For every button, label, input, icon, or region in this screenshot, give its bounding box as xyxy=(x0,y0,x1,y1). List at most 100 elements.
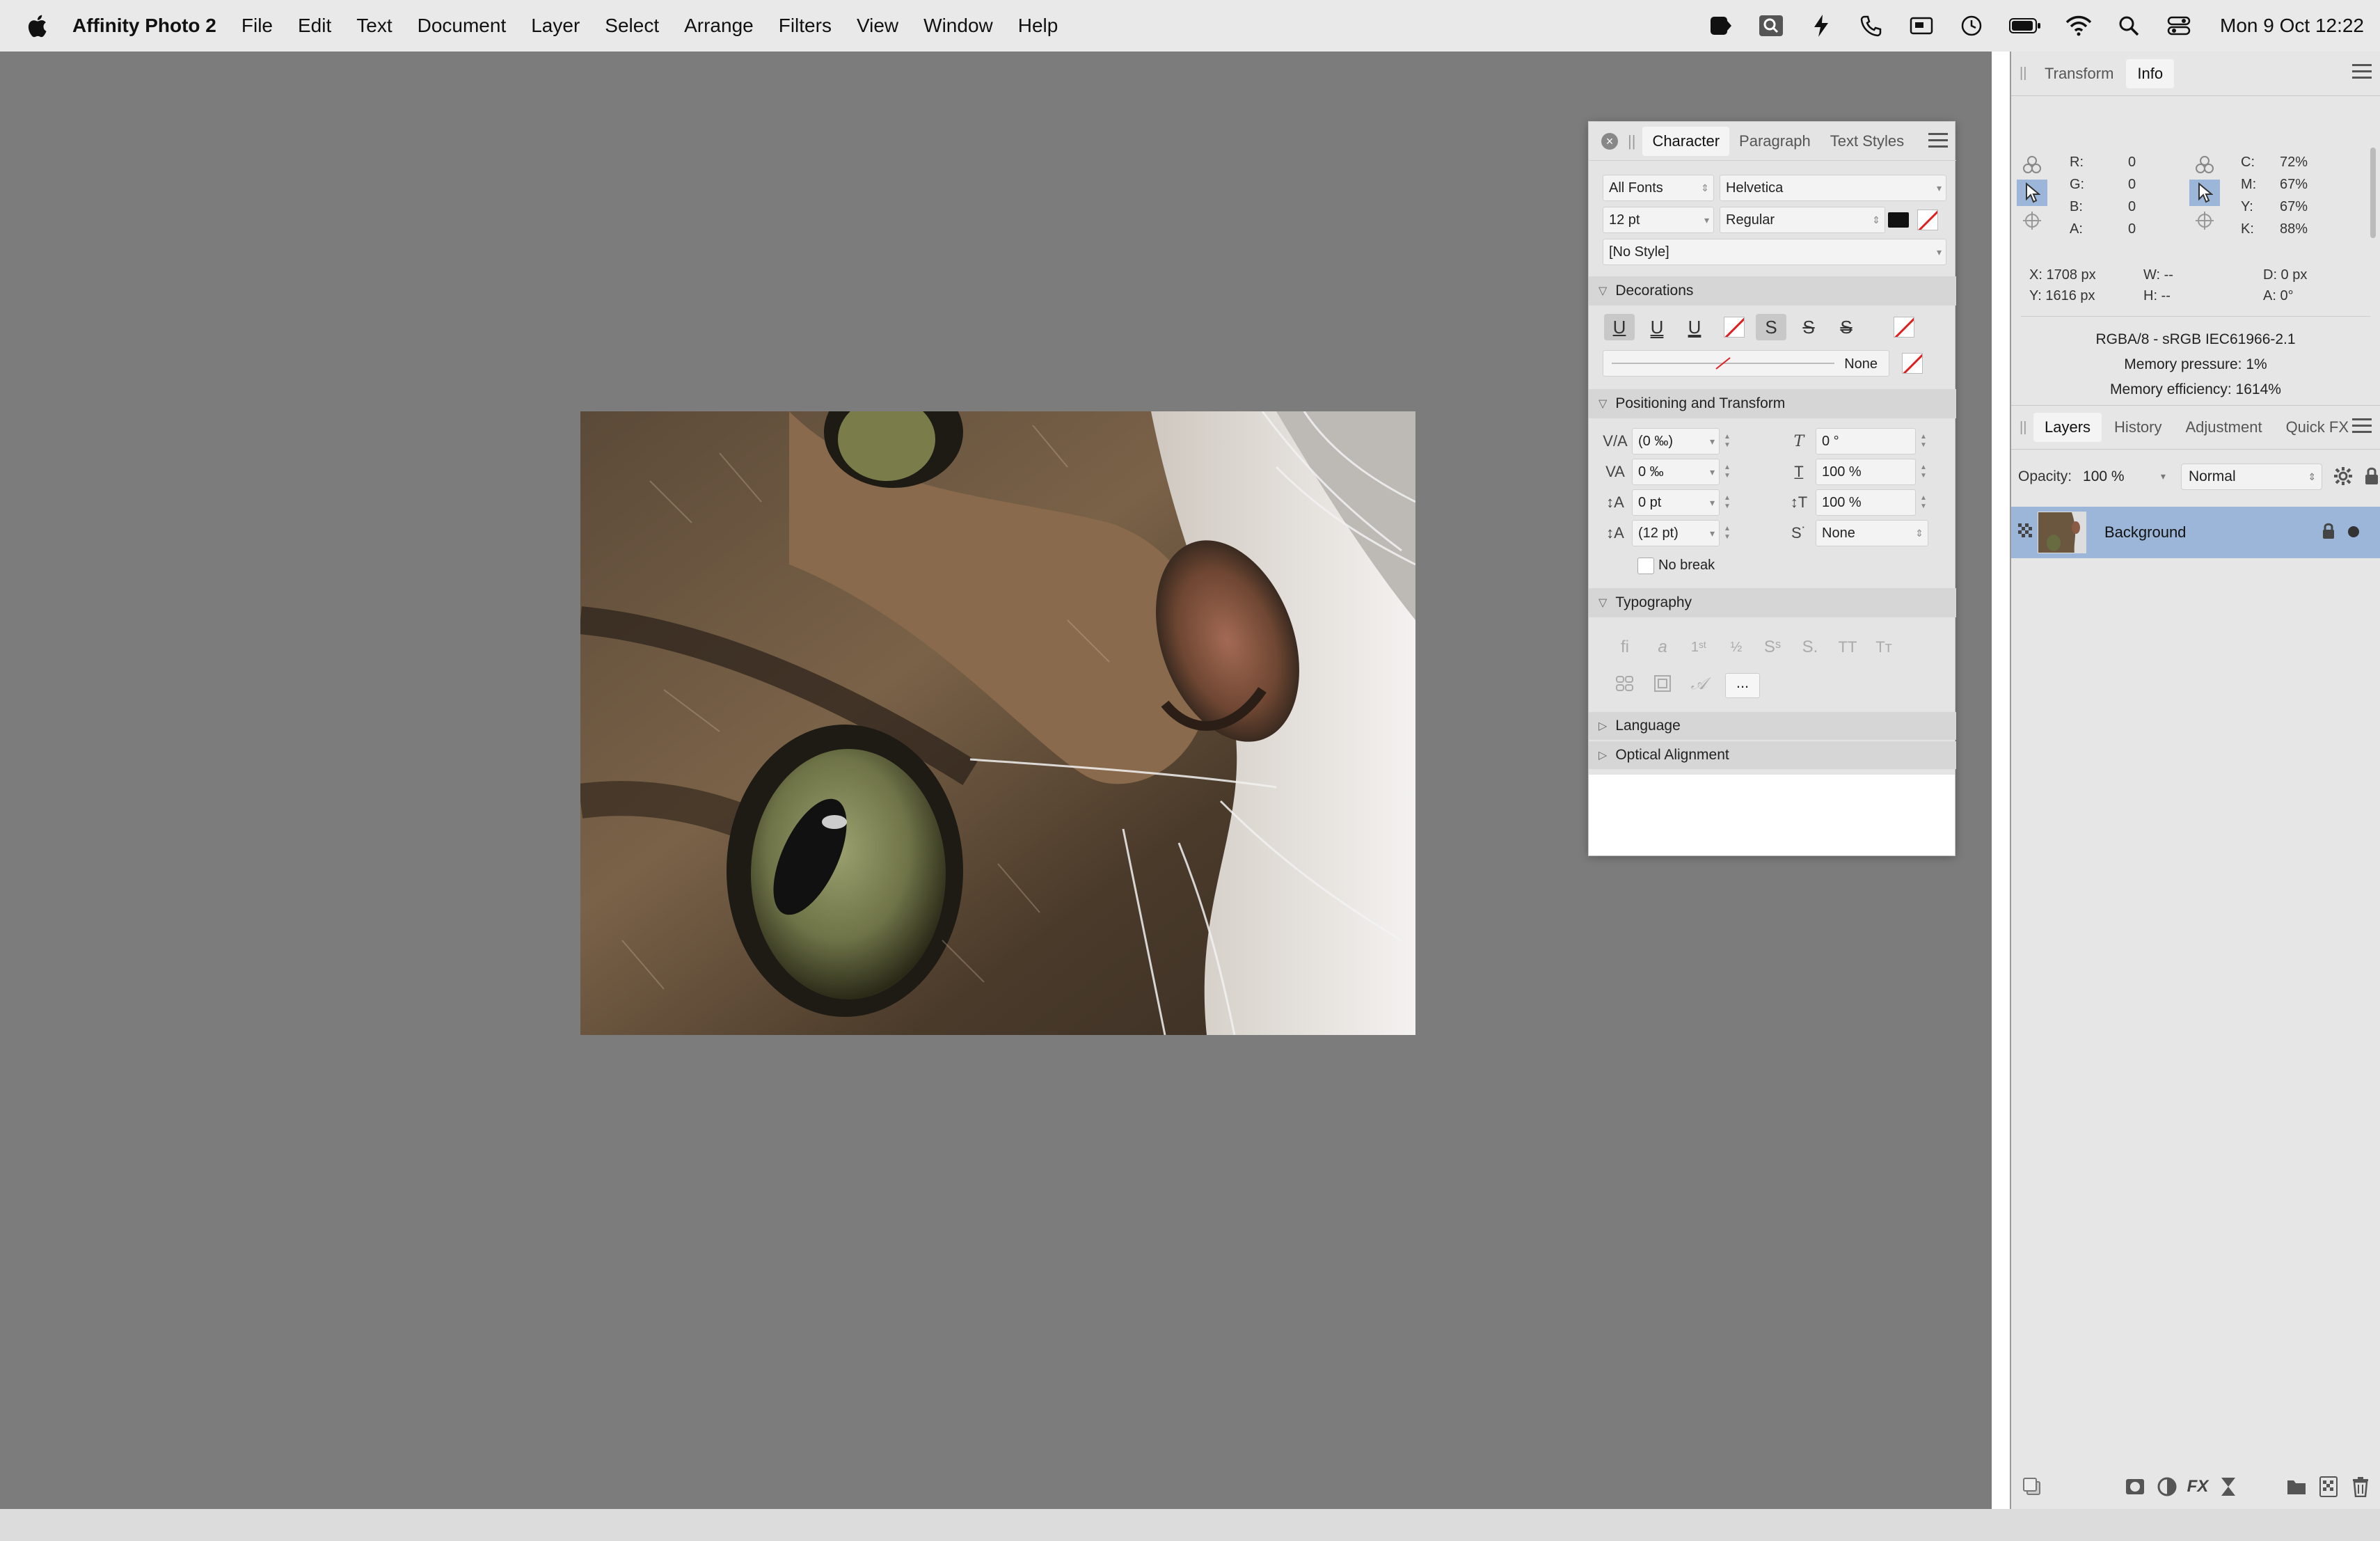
baseline-field[interactable]: 0 pt ▾ xyxy=(1632,489,1720,516)
decoration-line-color-swatch[interactable] xyxy=(1902,353,1923,374)
shear-stepper[interactable]: ▲ ▼ xyxy=(1917,428,1930,455)
positioning-section-header[interactable]: ▽ Positioning and Transform xyxy=(1589,389,1956,418)
tab-text-styles[interactable]: Text Styles xyxy=(1820,127,1914,156)
leading-field[interactable]: (12 pt) ▾ xyxy=(1632,520,1720,546)
text-stroke-color-swatch[interactable] xyxy=(1917,210,1938,230)
font-style-select[interactable]: Regular ⇕ xyxy=(1720,207,1885,233)
time-machine-icon[interactable] xyxy=(1958,13,1985,39)
leading-stepper[interactable]: ▲ ▼ xyxy=(1721,520,1734,546)
bolt-icon[interactable] xyxy=(1808,13,1834,39)
opacity-field[interactable]: 100 % ▾ xyxy=(2076,464,2171,490)
menu-filters[interactable]: Filters xyxy=(779,15,832,37)
layers-menu-icon[interactable] xyxy=(2352,418,2372,435)
shear-field[interactable]: 0 ° xyxy=(1816,428,1916,455)
no-break-checkbox[interactable] xyxy=(1637,558,1654,574)
phone-icon[interactable] xyxy=(1858,13,1885,39)
panel-grip-icon[interactable]: || xyxy=(2020,420,2033,436)
all-caps-icon[interactable]: TT xyxy=(1832,634,1863,661)
info-scrollbar[interactable] xyxy=(2370,148,2376,238)
menu-layer[interactable]: Layer xyxy=(531,15,580,37)
group-folder-icon[interactable] xyxy=(2284,1474,2309,1499)
add-pixel-layer-icon[interactable] xyxy=(2316,1474,2341,1499)
swash-icon[interactable]: 𝒜 xyxy=(1683,670,1714,697)
color-sampler-2-icon[interactable] xyxy=(2189,152,2220,178)
stylistic-alternates-icon[interactable]: a xyxy=(1647,634,1678,661)
kerning-field[interactable]: (0 ‰) ▾ xyxy=(1632,428,1720,455)
menu-select[interactable]: Select xyxy=(605,15,659,37)
menu-file[interactable]: File xyxy=(241,15,273,37)
color-sampler-icon[interactable] xyxy=(2017,152,2047,178)
underline-thick-button[interactable]: U xyxy=(1679,314,1710,340)
menu-edit[interactable]: Edit xyxy=(298,15,331,37)
screen-share-icon[interactable] xyxy=(1908,13,1935,39)
battery-icon[interactable] xyxy=(2008,13,2042,39)
baseline-stepper[interactable]: ▲ ▼ xyxy=(1721,489,1734,516)
crosshair-target-icon[interactable] xyxy=(2017,207,2047,234)
layer-visibility-icon[interactable] xyxy=(2348,526,2359,537)
delete-layer-trash-icon[interactable] xyxy=(2348,1474,2373,1499)
font-collection-select[interactable]: All Fonts ⇕ xyxy=(1603,175,1714,201)
tab-paragraph[interactable]: Paragraph xyxy=(1729,127,1820,156)
crosshair-target-2-icon[interactable] xyxy=(2189,207,2220,234)
vertical-scale-field[interactable]: 100 % xyxy=(1816,489,1916,516)
mask-layer-icon[interactable] xyxy=(2123,1474,2148,1499)
blend-mode-select[interactable]: Normal ⇕ xyxy=(2180,464,2323,490)
menu-window[interactable]: Window xyxy=(923,15,993,37)
tab-history[interactable]: History xyxy=(2103,413,2173,442)
menubar-clock[interactable]: Mon 9 Oct 12:22 xyxy=(2220,15,2364,37)
decorations-section-header[interactable]: ▽ Decorations xyxy=(1589,276,1956,306)
tab-adjustment[interactable]: Adjustment xyxy=(2175,413,2274,442)
text-style-field[interactable]: [No Style] ▾ xyxy=(1603,239,1946,265)
language-section-header[interactable]: ▷ Language xyxy=(1589,712,1956,740)
strikethrough-none-button[interactable]: S xyxy=(1756,314,1786,340)
optical-alignment-section-header[interactable]: ▷ Optical Alignment xyxy=(1589,741,1956,769)
close-panel-icon[interactable]: × xyxy=(1601,132,1618,150)
menu-arrange[interactable]: Arrange xyxy=(684,15,754,37)
position-select[interactable]: None ⇕ xyxy=(1816,520,1928,546)
layer-settings-gear-icon[interactable] xyxy=(2333,466,2354,487)
more-typography-button[interactable]: ... xyxy=(1725,673,1760,698)
spotlight-search-icon[interactable] xyxy=(2116,13,2142,39)
screen-recorder-icon[interactable] xyxy=(1708,13,1734,39)
vertical-scale-stepper[interactable]: ▲ ▼ xyxy=(1917,489,1930,516)
layer-name[interactable]: Background xyxy=(2104,523,2186,542)
menu-view[interactable]: View xyxy=(857,15,898,37)
decoration-line-field[interactable]: None xyxy=(1603,350,1889,377)
tab-character[interactable]: Character xyxy=(1642,126,1730,156)
subscript-icon[interactable]: S. xyxy=(1795,634,1825,661)
panel-menu-icon[interactable] xyxy=(2352,64,2372,81)
tab-layers[interactable]: Layers xyxy=(2033,413,2102,442)
small-caps-icon[interactable]: Tт xyxy=(1869,634,1899,661)
apple-icon[interactable] xyxy=(26,14,47,38)
text-fill-color-swatch[interactable] xyxy=(1888,212,1909,228)
underline-single-button[interactable]: U xyxy=(1604,314,1635,340)
wifi-icon[interactable] xyxy=(2065,13,2092,39)
menu-text[interactable]: Text xyxy=(356,15,392,37)
tracking-field[interactable]: 0 ‰ ▾ xyxy=(1632,459,1720,485)
font-family-field[interactable]: Helvetica ▾ xyxy=(1720,175,1946,201)
character-menu-icon[interactable] xyxy=(1928,133,1948,150)
discretionary-ligatures-icon[interactable] xyxy=(1610,670,1640,697)
zoom-magnifier-icon[interactable] xyxy=(1758,13,1784,39)
app-name-menu[interactable]: Affinity Photo 2 xyxy=(72,15,216,37)
strikethrough-double-button[interactable]: S xyxy=(1831,314,1862,340)
underline-double-button[interactable]: U xyxy=(1642,314,1672,340)
panel-grip-icon[interactable]: || xyxy=(1628,132,1635,150)
strikethrough-single-button[interactable]: S xyxy=(1793,314,1824,340)
kerning-stepper[interactable]: ▲ ▼ xyxy=(1721,428,1734,455)
panel-grip-icon[interactable]: || xyxy=(2020,65,2033,81)
glyph-box-icon[interactable] xyxy=(1647,670,1678,697)
tab-transform[interactable]: Transform xyxy=(2033,59,2125,88)
horizontal-scale-stepper[interactable]: ▲ ▼ xyxy=(1917,459,1930,485)
cat-photo[interactable] xyxy=(580,411,1415,1035)
lock-icon[interactable] xyxy=(2364,466,2380,487)
ligatures-icon[interactable]: fi xyxy=(1610,634,1640,661)
pointer-target-2-icon[interactable] xyxy=(2189,180,2220,206)
ordinals-icon[interactable]: 1ˢᵗ xyxy=(1683,634,1714,661)
control-center-icon[interactable] xyxy=(2166,13,2192,39)
superscript-icon[interactable]: Sˢ xyxy=(1757,634,1788,661)
live-filter-fx-icon[interactable]: FX xyxy=(2185,1474,2210,1499)
tab-quick-fx[interactable]: Quick FX xyxy=(2275,413,2360,442)
fractions-icon[interactable]: ½ xyxy=(1721,634,1752,661)
strikethrough-color-swatch[interactable] xyxy=(1894,317,1914,338)
